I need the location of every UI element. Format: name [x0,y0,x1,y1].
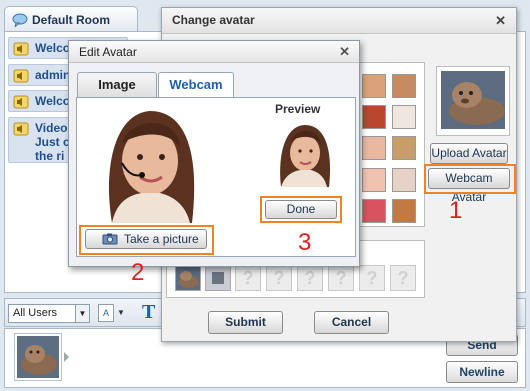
close-icon[interactable]: ✕ [495,13,506,29]
edit-avatar-title: Edit Avatar [69,41,359,63]
highlight-take-picture [79,225,214,255]
speaker-icon [13,122,29,136]
newline-button[interactable]: Newline [446,361,518,383]
empty-slot: ? [359,265,385,291]
empty-slot: ? [235,265,261,291]
my-avatar[interactable] [14,333,62,381]
camera-avatar-image [206,266,230,290]
seal-avatar-image [176,266,200,290]
empty-slot: ? [390,265,416,291]
room-tab[interactable]: Default Room [4,6,138,31]
preview-photo [271,121,335,187]
chevron-down-icon[interactable]: ▼ [117,308,125,317]
speaker-icon [13,42,29,56]
gallery-avatar[interactable] [392,136,416,160]
gallery-avatar[interactable] [362,105,386,129]
users-filter-select[interactable]: All Users ▼ [8,304,90,323]
chevron-down-icon[interactable]: ▼ [75,305,89,322]
current-avatar-preview [436,66,510,136]
tab-image[interactable]: Image [77,72,157,98]
history-avatar[interactable] [175,265,201,291]
room-title: Default Room [32,13,110,27]
highlight-webcam-avatar [424,164,516,194]
caret-right-icon [64,352,69,362]
annotation-number: 3 [298,229,312,256]
annotation-number: 1 [449,197,463,224]
users-filter-value: All Users [13,307,58,319]
empty-slot: ? [297,265,323,291]
gallery-avatar[interactable] [362,136,386,160]
gallery-avatar[interactable] [362,74,386,98]
message-text: admin [35,68,71,82]
close-icon[interactable]: ✕ [339,44,350,60]
seal-avatar-image [441,71,505,129]
speaker-icon [13,95,29,109]
gallery-avatar[interactable] [392,74,416,98]
gallery-avatar[interactable] [392,105,416,129]
preview-image [271,121,335,187]
gallery-avatar[interactable] [392,199,416,223]
gallery-avatar[interactable] [362,199,386,223]
gallery-avatar[interactable] [362,168,386,192]
preview-label: Preview [275,102,321,116]
highlight-done [260,196,342,223]
text-format-button[interactable]: T [142,301,155,324]
submit-button[interactable]: Submit [208,311,283,334]
upload-avatar-button[interactable]: Upload Avatar [430,143,508,164]
webcam-feed [82,103,210,223]
tab-webcam[interactable]: Webcam [158,72,234,99]
chat-bubble-icon [12,13,28,27]
speaker-icon [13,69,29,83]
seal-avatar-image [17,336,59,378]
message-text: Video Just c the ri [35,121,70,163]
message-text: Welco [35,94,71,108]
gallery-avatar[interactable] [392,168,416,192]
empty-slot: ? [328,265,354,291]
message-text: Welco [35,41,71,55]
annotation-number: 2 [131,259,145,286]
empty-slot: ? [266,265,292,291]
cancel-button[interactable]: Cancel [314,311,389,334]
change-avatar-title: Change avatar [162,8,516,34]
history-avatar[interactable] [205,265,231,291]
font-button[interactable]: A [98,304,114,322]
webcam-photo [82,103,210,223]
